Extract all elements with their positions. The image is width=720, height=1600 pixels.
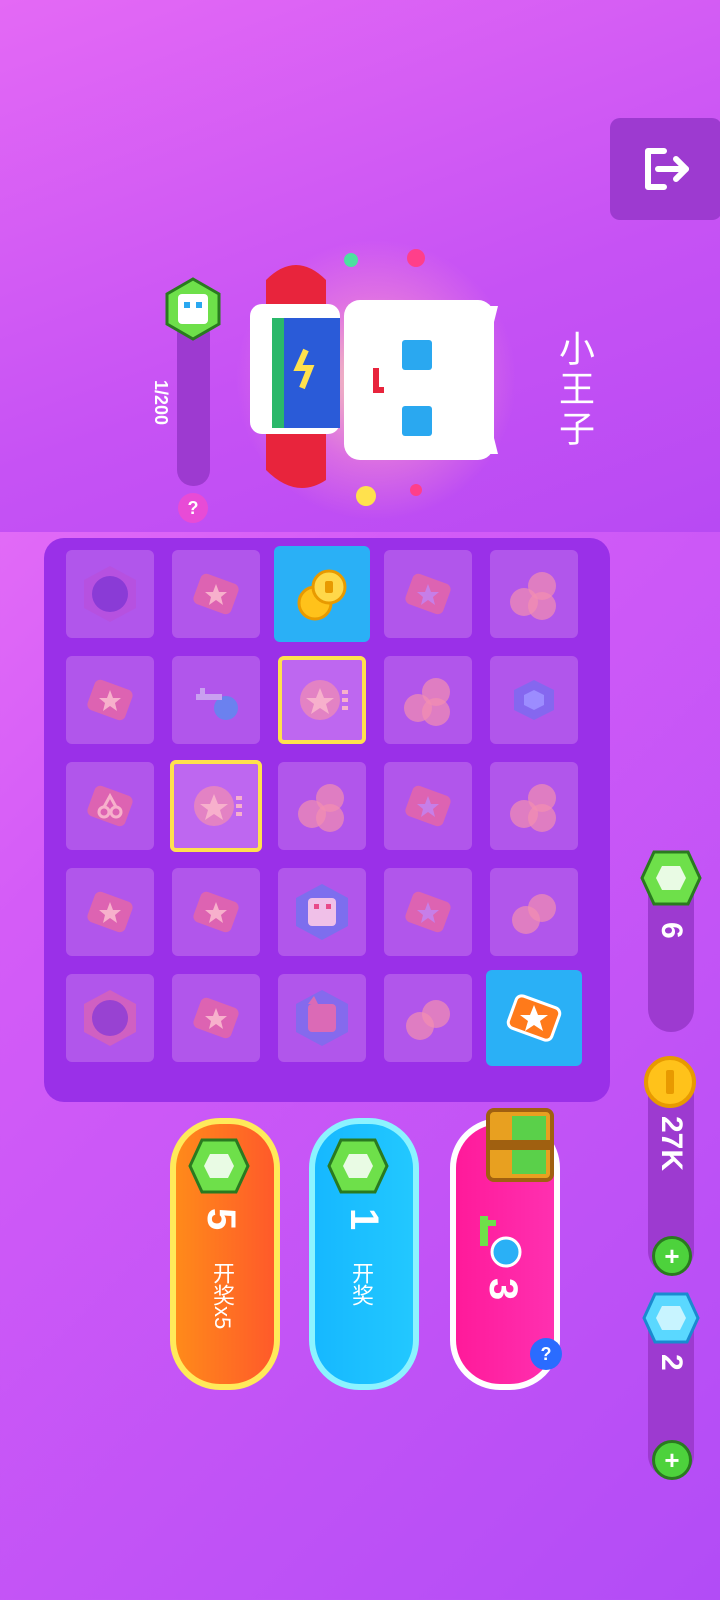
help-label: ? [187,497,199,518]
board-cell-monster[interactable] [66,974,154,1062]
hero-progress-text: 1/200 [151,380,171,426]
diamond-counter: 2 + [642,1292,700,1480]
coin-counter: 27K + [644,1056,696,1276]
chest-help-button[interactable]: ? [530,1338,562,1370]
board-cell-coins[interactable] [384,656,472,744]
progress-help-button[interactable]: ? [178,493,208,523]
ticket-icon [193,891,239,933]
hero-token-icon [296,884,348,940]
ticket-icon [405,891,451,933]
hero-character-image [236,240,526,530]
key-icon [480,1216,522,1268]
board-cell-key[interactable] [172,656,260,744]
key-count: 3 [481,1278,525,1301]
help-label: ? [540,1343,552,1364]
add-coins-button[interactable]: + [652,1236,692,1276]
draw-once-button[interactable]: 1 开奖 [309,1118,419,1390]
board-cell-ticket[interactable] [172,868,260,956]
cherry-ticket-icon [87,785,133,827]
board-cell-ticket-revealed[interactable] [486,970,582,1066]
draw-once-cost: 1 [342,1208,386,1231]
monster-icon [84,566,136,622]
ticket-icon [193,997,239,1039]
gem-icon [514,680,554,720]
coins-icon [298,784,344,832]
board-cell-gem[interactable] [490,656,578,744]
coins-icon [404,678,450,726]
coin-card-icon [194,786,242,826]
board-cell-cat[interactable] [278,974,366,1062]
board-cell-ticket[interactable] [384,550,472,638]
green-gem-counter: 6 [640,850,702,1032]
share-button[interactable] [610,118,720,220]
coin-count: 27K [655,1116,688,1172]
board-cell-coins-revealed[interactable] [274,546,370,642]
coins-icon [510,572,556,620]
ticket-icon [193,573,239,615]
board-cell-coins[interactable] [278,762,366,850]
board-cell-ticket[interactable] [384,762,472,850]
hero-name: 小王子 [554,330,595,450]
cat-token-icon [296,990,348,1046]
ticket-icon [405,785,451,827]
share-icon [645,148,689,190]
treasure-chest-icon [486,1108,554,1182]
star-ticket-icon [506,994,562,1042]
board-cell-ticket[interactable] [384,868,472,956]
board-cell-ticket[interactable] [66,656,154,744]
add-diamonds-button[interactable]: + [652,1440,692,1480]
coin-card-icon [300,680,348,720]
board-cell-coins[interactable] [384,974,472,1062]
board-cell-monster[interactable] [66,550,154,638]
key-icon [196,688,238,720]
hero-progress-bar [177,318,210,486]
plus-icon: + [664,1445,680,1475]
board-cell-hero[interactable] [278,868,366,956]
board-cell-coins[interactable] [490,868,578,956]
board-cell-ticket[interactable] [66,868,154,956]
coins-icon [297,569,347,621]
ticket-icon [405,573,451,615]
board-cell-coins[interactable] [490,550,578,638]
coins-icon [510,784,556,832]
monster-icon [84,990,136,1046]
board-cell-coin-card[interactable] [170,760,262,852]
hero-badge-icon [160,276,226,342]
board-cell-ticket[interactable] [172,974,260,1062]
board-cell-cherry-ticket[interactable] [66,762,154,850]
board-cell-coins[interactable] [490,762,578,850]
board-cell-coin-card[interactable] [278,656,366,744]
draw-x5-button[interactable]: 5 开奖x5 [170,1118,280,1390]
draw-x5-label: 开奖x5 [210,1262,235,1330]
green-gem-icon [327,1138,389,1194]
board-cell-ticket[interactable] [172,550,260,638]
coin-icon [644,1056,696,1108]
coins-icon [406,1000,450,1040]
coins-icon [512,894,556,934]
plus-icon: + [664,1241,680,1271]
green-gem-count: 6 [655,922,688,939]
diamond-icon [642,1292,700,1344]
draw-x5-cost: 5 [199,1208,243,1231]
prize-board [44,538,610,1102]
ticket-icon [87,679,133,721]
draw-once-label: 开奖 [349,1262,374,1306]
green-gem-icon [188,1138,250,1194]
ticket-icon [87,891,133,933]
green-gem-icon [640,850,702,906]
diamond-count: 2 [655,1354,688,1371]
